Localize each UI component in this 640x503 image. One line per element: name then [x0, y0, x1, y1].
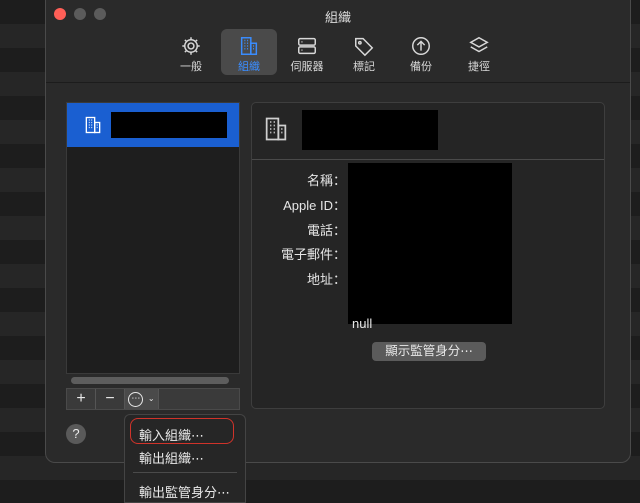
chevron-down-icon: ⌄: [147, 394, 155, 403]
remove-button[interactable]: −: [96, 389, 125, 409]
tab-organization[interactable]: 組織: [221, 29, 277, 75]
address-label: 地址：: [306, 272, 346, 287]
email-label: 電子郵件：: [280, 247, 346, 262]
show-supervision-identity-button[interactable]: 顯示監管身分⋯: [372, 342, 486, 361]
menu-item-import-organization[interactable]: 輸入組織⋯: [139, 425, 204, 444]
tab-shortcuts-label: 捷徑: [468, 61, 490, 73]
gear-icon: [182, 37, 200, 55]
null-value: null: [352, 316, 373, 331]
redacted-field-values: [348, 163, 512, 324]
toolbar-divider: [46, 82, 630, 83]
apple-id-label: Apple ID：: [283, 198, 346, 213]
tab-server-label: 伺服器: [290, 61, 324, 73]
horizontal-scrollbar[interactable]: [71, 377, 229, 384]
more-actions-button[interactable]: ⋯ ⌄: [125, 389, 159, 409]
tab-tags[interactable]: 標記: [336, 29, 392, 75]
tab-backup-label: 備份: [410, 61, 432, 73]
add-button[interactable]: +: [67, 389, 96, 409]
backup-arrow-icon: [412, 37, 430, 55]
tab-shortcuts[interactable]: 捷徑: [451, 29, 507, 75]
organization-detail-panel: 名稱： Apple ID： 電話： 電子郵件： 地址： null 顯示監管身分⋯: [251, 102, 605, 409]
menu-item-export-supervision-identity[interactable]: 輸出監管身分⋯: [139, 482, 230, 501]
redacted-org-header-name: [302, 110, 438, 150]
tab-backup[interactable]: 備份: [393, 29, 449, 75]
organization-list[interactable]: [66, 102, 240, 384]
menu-item-export-organization[interactable]: 輸出組織⋯: [139, 448, 204, 467]
list-item[interactable]: [67, 103, 239, 147]
preferences-window: 組織 一般 組織 伺服器 標記 備份 捷徑 + − ⋯ ⌄ ? 名稱： Appl…: [45, 0, 631, 463]
tab-general[interactable]: 一般: [163, 29, 219, 75]
tab-organization-label: 組織: [238, 61, 260, 73]
building-icon: [240, 37, 258, 55]
server-icon: [298, 37, 316, 55]
menu-separator: [133, 472, 237, 473]
tab-server[interactable]: 伺服器: [279, 29, 335, 75]
more-actions-menu: 輸入組織⋯ 輸出組織⋯ 輸出監管身分⋯: [124, 414, 246, 503]
name-label: 名稱：: [306, 173, 346, 188]
tab-general-label: 一般: [180, 61, 202, 73]
redacted-organization-name: [111, 112, 227, 138]
detail-header-divider: [252, 159, 604, 160]
list-button-bar: + − ⋯ ⌄: [66, 388, 240, 410]
help-button[interactable]: ?: [66, 424, 86, 444]
tab-tags-label: 標記: [353, 61, 375, 73]
phone-label: 電話：: [306, 223, 346, 238]
toolbar: 一般 組織 伺服器 標記 備份 捷徑: [46, 28, 630, 78]
ellipsis-circle-icon: ⋯: [128, 391, 144, 407]
building-icon: [265, 117, 287, 141]
tag-icon: [355, 37, 374, 57]
layers-icon: [469, 36, 489, 53]
title-bar: 組織: [46, 0, 630, 28]
window-title: 組織: [324, 10, 351, 25]
building-icon: [85, 116, 101, 134]
